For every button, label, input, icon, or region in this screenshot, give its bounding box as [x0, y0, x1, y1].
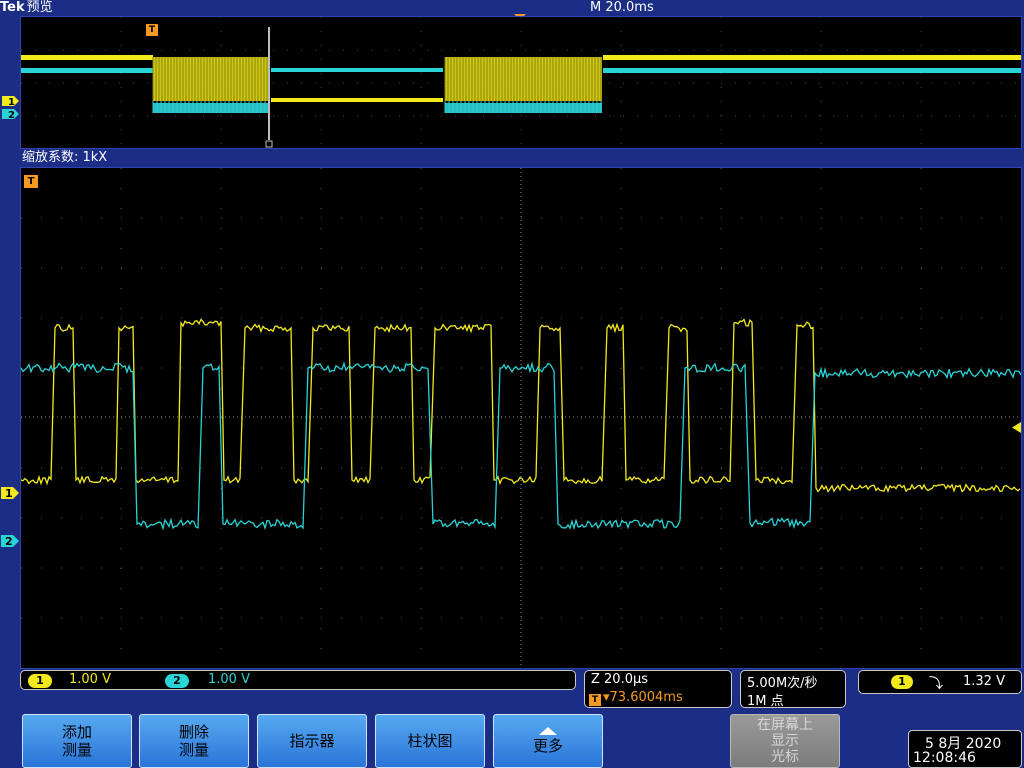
main-channel-markers: 1 2: [1, 487, 19, 548]
time: 12:08:46: [913, 750, 976, 766]
delete-measurement-button[interactable]: 删除 测量: [139, 714, 249, 768]
record-length: 1M 点: [747, 694, 784, 709]
acquisition-mode: 预览: [26, 0, 53, 15]
overview-ch2-marker: 2: [8, 110, 15, 121]
overview-ch2-idle-left: [21, 68, 153, 73]
overview-ch2-idle-mid: [271, 68, 443, 72]
trigger-level: 1.32 V: [963, 674, 1005, 689]
zoom-factor-label: 缩放系数: 1kX: [22, 150, 108, 165]
add-measurement-button[interactable]: 添加 测量: [22, 714, 132, 768]
trigger-panel[interactable]: 1 ⤵ 1.32 V: [858, 670, 1022, 694]
clock-panel: 5 8月 2020 12:08:46: [908, 730, 1022, 768]
ch1-trace: [21, 318, 1021, 494]
ch1-offset-marker: 1: [5, 487, 13, 500]
overview-burst-2: [444, 57, 602, 113]
up-arrow-icon: [539, 727, 557, 735]
zoom-position-handle: [265, 140, 273, 148]
top-status-bar: [0, 0, 1024, 16]
ch1-scale: 1.00 V: [69, 672, 111, 687]
channel-scale-panel[interactable]: 1 1.00 V 2 1.00 V: [20, 670, 576, 690]
brand-logo: Tek: [0, 0, 25, 15]
falling-edge-icon: ⤵: [929, 676, 943, 692]
indicator-button[interactable]: 指示器: [257, 714, 367, 768]
trigger-level-icon: [1012, 422, 1021, 433]
trigger-source-chip: 1: [891, 675, 913, 689]
histogram-button[interactable]: 柱状图: [375, 714, 485, 768]
overview-channel-markers: 1 2: [2, 96, 19, 121]
overview-ch1-idle-mid: [271, 98, 443, 102]
overview-ch1-idle-left: [21, 55, 153, 60]
main-waveform: [21, 168, 1021, 668]
trigger-t-icon: T: [589, 694, 601, 706]
overview-ch1-idle-right: [603, 55, 1021, 60]
ch2-scale: 1.00 V: [208, 672, 250, 687]
on-screen-cursor-label: 在屏幕上 显示 光标: [757, 717, 813, 765]
main-trigger-marker[interactable]: T: [24, 175, 38, 188]
overview-waveform: [21, 17, 1021, 148]
brand-mode: Tek 预览: [0, 0, 53, 16]
overview-window[interactable]: [20, 16, 1022, 149]
zoom-time-scale: Z 20.0μs: [591, 672, 649, 687]
delete-measurement-label: 删除 测量: [178, 723, 209, 759]
histogram-label: 柱状图: [407, 732, 453, 750]
timebase-readout: M 20.0ms: [590, 0, 654, 15]
overview-burst-1-ch2: [153, 103, 269, 113]
more-label: 更多: [532, 737, 563, 755]
main-graticule[interactable]: [20, 167, 1022, 669]
acquisition-panel[interactable]: 5.00M次/秒 1M 点: [740, 670, 846, 709]
ch2-chip[interactable]: 2: [165, 674, 189, 688]
more-button[interactable]: 更多: [493, 714, 603, 768]
overview-trigger-marker[interactable]: T: [146, 24, 158, 36]
ch2-offset-marker: 2: [5, 535, 13, 548]
overview-ch2-idle-right: [603, 68, 1021, 73]
trigger-position-readout: T ▾73.6004ms: [589, 690, 683, 706]
overview-ch1-marker: 1: [8, 97, 15, 108]
graticule-grid: [21, 168, 1021, 668]
on-screen-cursor-button[interactable]: 在屏幕上 显示 光标: [730, 714, 840, 768]
overview-burst-1: [152, 57, 269, 113]
trigger-position-value: ▾73.6004ms: [603, 690, 683, 705]
zoom-horizontal-panel[interactable]: Z 20.0μs T ▾73.6004ms: [584, 670, 732, 708]
sample-rate: 5.00M次/秒: [747, 676, 818, 691]
ch1-chip[interactable]: 1: [28, 674, 52, 688]
indicator-label: 指示器: [289, 732, 335, 750]
add-measurement-label: 添加 测量: [61, 723, 92, 759]
